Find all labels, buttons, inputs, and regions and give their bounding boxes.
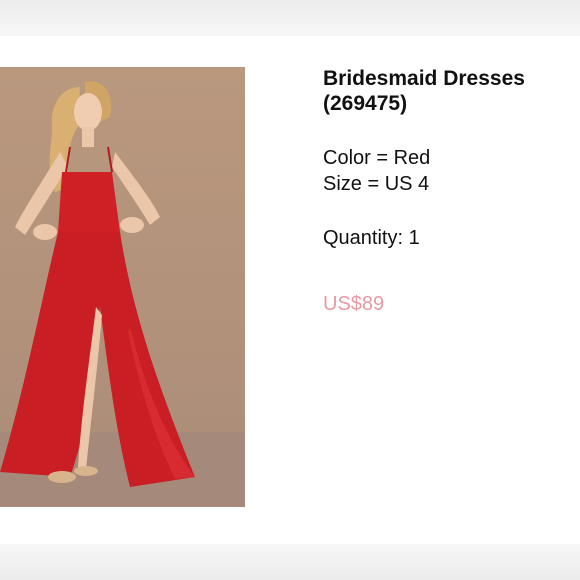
product-card: Bridesmaid Dresses (269475) Color = Red … — [0, 36, 580, 544]
product-price: US$89 — [323, 293, 385, 315]
product-title: Bridesmaid Dresses (269475) — [323, 67, 525, 115]
dress-illustration — [0, 81, 245, 507]
product-color: Color = Red — [323, 147, 431, 169]
product-size: Size = US 4 — [323, 173, 430, 195]
bottom-margin — [0, 544, 580, 580]
product-photo[interactable] — [0, 67, 245, 507]
product-quantity: Quantity: 1 — [323, 227, 420, 249]
top-margin — [0, 0, 580, 36]
